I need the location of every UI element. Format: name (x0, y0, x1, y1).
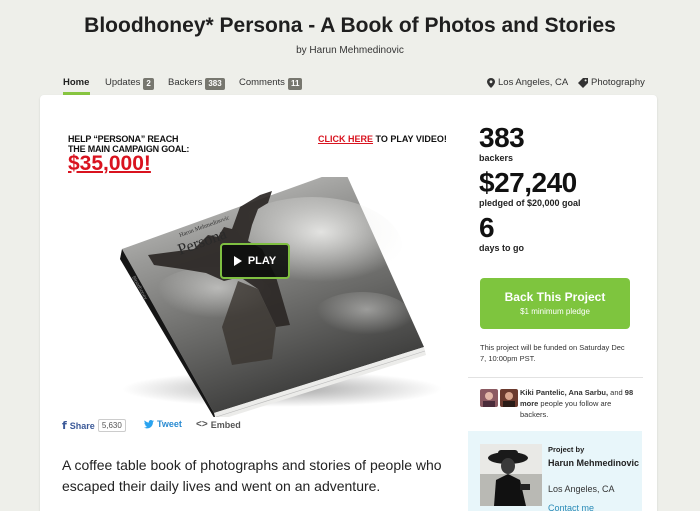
friends-and: and (608, 388, 625, 397)
facebook-share-count: 5,630 (97, 419, 126, 432)
project-by-heading: Project by (548, 445, 585, 454)
tab-updates-label: Updates (105, 77, 141, 88)
creator-avatar[interactable] (480, 444, 542, 506)
days-to-go-label: days to go (479, 243, 525, 253)
tab-backers[interactable]: Backers 383 (168, 77, 225, 97)
backers-label: backers (479, 153, 514, 163)
friend-avatar-1[interactable] (480, 389, 498, 407)
friends-backers-text: Kiki Pantelic, Ana Sarbu, and 98 more pe… (520, 387, 640, 420)
location-link[interactable]: Los Angeles, CA (487, 77, 568, 97)
embed-button[interactable]: <> Embed (196, 419, 241, 430)
project-blurb: A coffee table book of photographs and s… (62, 457, 442, 494)
backers-count: 383 (479, 122, 525, 153)
embed-label: Embed (210, 419, 241, 430)
project-card: HELP “PERSONA” REACH THE MAIN CAMPAIGN G… (40, 95, 657, 511)
contact-creator-link[interactable]: Contact me (548, 503, 594, 511)
promo-goal: $35,000! (68, 152, 151, 175)
back-button-label: Back This Project (504, 290, 606, 304)
facebook-icon: f (62, 419, 67, 432)
days-to-go-count: 6 (479, 212, 495, 243)
creator-name[interactable]: Harun Mehmedinovic (548, 457, 640, 470)
comments-count-badge: 11 (287, 78, 303, 90)
category-label: Photography (591, 77, 645, 88)
category-link[interactable]: Photography (578, 77, 645, 97)
tweet-button[interactable]: Tweet (144, 419, 182, 429)
location-label: Los Angeles, CA (498, 77, 569, 88)
friend-names[interactable]: Kiki Pantelic, Ana Sarbu, (520, 388, 608, 397)
tab-updates[interactable]: Updates 2 (105, 77, 154, 97)
sidebar-divider (468, 377, 643, 378)
play-button[interactable]: PLAY (220, 243, 290, 279)
backers-count-badge: 383 (205, 78, 225, 90)
tweet-label: Tweet (157, 419, 182, 429)
click-to-play-text[interactable]: CLICK HERE TO PLAY VIDEO! (318, 134, 447, 144)
promo-line-1: HELP “PERSONA” REACH (68, 134, 179, 144)
updates-count-badge: 2 (143, 78, 154, 90)
tab-backers-label: Backers (168, 77, 203, 88)
map-pin-icon (487, 78, 495, 88)
tab-comments[interactable]: Comments 11 (239, 77, 303, 97)
click-here-link[interactable]: CLICK HERE (318, 134, 373, 144)
facebook-share-label: Share (69, 420, 95, 431)
pledged-amount: $27,240 (479, 167, 577, 198)
book-cover-image: Harun Mehmedinovic Persona Bloodhoney (120, 177, 442, 417)
play-triangle-icon (233, 256, 242, 266)
twitter-bird-icon (144, 419, 154, 428)
project-stats: 383 backers $27,240 pledged of $20,000 g… (479, 123, 639, 258)
click-rest-text: TO PLAY VIDEO! (373, 134, 447, 144)
project-title: Bloodhoney* Persona - A Book of Photos a… (84, 14, 616, 37)
project-video[interactable]: HELP “PERSONA” REACH THE MAIN CAMPAIGN G… (62, 125, 447, 417)
minimum-pledge-label: $1 minimum pledge (520, 307, 590, 316)
embed-code-icon: <> (196, 419, 208, 430)
tab-home-label: Home (63, 77, 90, 88)
back-this-project-button[interactable]: Back This Project $1 minimum pledge (480, 278, 630, 329)
creator-card: Project by Harun Mehmedinovic Los Angele… (468, 431, 642, 511)
creator-location: Los Angeles, CA (548, 484, 615, 494)
funding-deadline-note: This project will be funded on Saturday … (480, 343, 625, 363)
facebook-share-button[interactable]: f Share 5,630 (62, 419, 126, 432)
project-byline: by Harun Mehmedinovic (296, 45, 404, 56)
tag-icon (578, 78, 588, 88)
tab-comments-label: Comments (239, 77, 285, 88)
friend-avatar-2[interactable] (500, 389, 518, 407)
play-label: PLAY (247, 255, 277, 267)
pledged-label: pledged of $20,000 goal (479, 198, 581, 208)
